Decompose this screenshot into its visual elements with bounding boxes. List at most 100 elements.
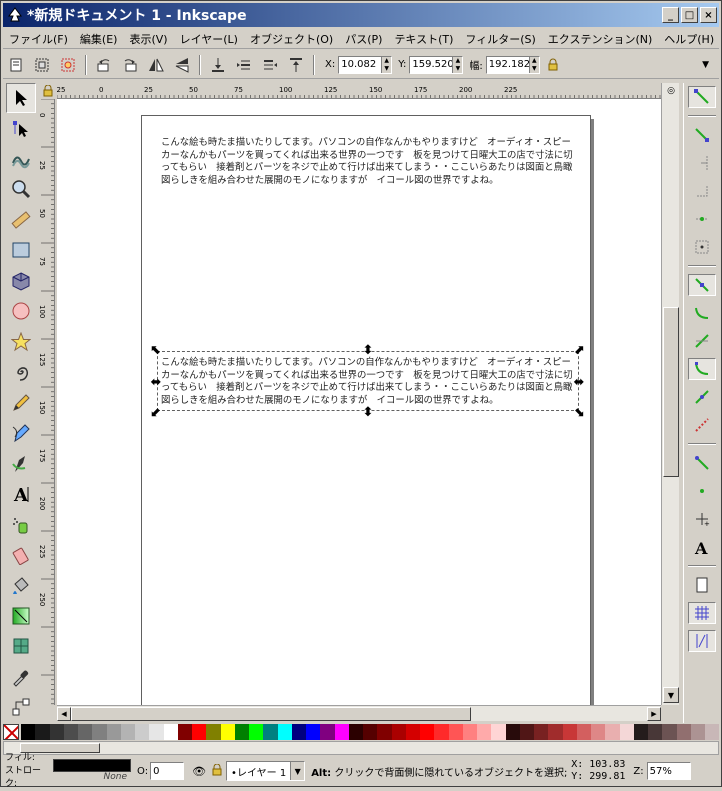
- palette-swatch[interactable]: [690, 724, 705, 740]
- width-input[interactable]: [486, 56, 529, 73]
- scale-handle-bm-icon[interactable]: ⬍: [361, 405, 375, 419]
- palette-swatch[interactable]: [633, 724, 648, 740]
- palette-swatch[interactable]: [63, 724, 78, 740]
- gradient-tool-icon[interactable]: [6, 601, 36, 631]
- scroll-right-icon[interactable]: ▶: [647, 707, 661, 721]
- zoom-tool-icon[interactable]: [6, 174, 36, 204]
- toolbar-overflow-icon[interactable]: ▼: [702, 60, 709, 70]
- scale-handle-tl-icon[interactable]: ⬉: [149, 343, 163, 357]
- snap-guide-icon[interactable]: [687, 630, 716, 652]
- rotate-ccw-icon[interactable]: [93, 54, 115, 76]
- palette-swatch[interactable]: [391, 724, 406, 740]
- width-spinbox[interactable]: ▲▼: [485, 55, 540, 74]
- menu-text[interactable]: テキスト(T): [388, 31, 459, 47]
- palette-swatch[interactable]: [78, 724, 93, 740]
- snap-smooth-icon[interactable]: [688, 386, 716, 408]
- palette-swatch[interactable]: [648, 724, 663, 740]
- palette-swatch[interactable]: [576, 724, 591, 740]
- snap-bbox-edge-icon[interactable]: [688, 152, 716, 174]
- paint-bucket-tool-icon[interactable]: [6, 571, 36, 601]
- scale-handle-tr-icon[interactable]: ⬈: [572, 343, 586, 357]
- palette-swatch[interactable]: [377, 724, 392, 740]
- y-spin-arrows[interactable]: ▲ ▼: [452, 56, 463, 73]
- spiral-tool-icon[interactable]: [6, 357, 36, 387]
- palette-swatch[interactable]: [220, 724, 235, 740]
- text-tool-icon[interactable]: A: [6, 479, 36, 509]
- palette-swatch[interactable]: [120, 724, 135, 740]
- palette-swatch[interactable]: [434, 724, 449, 740]
- palette-swatch[interactable]: [548, 724, 563, 740]
- rectangle-tool-icon[interactable]: [6, 235, 36, 265]
- palette-swatch[interactable]: [591, 724, 606, 740]
- palette-swatch[interactable]: [562, 724, 577, 740]
- eraser-tool-icon[interactable]: [6, 540, 36, 570]
- raise-to-top-icon[interactable]: [285, 54, 307, 76]
- palette-swatch[interactable]: [277, 724, 292, 740]
- palette-swatch[interactable]: [135, 724, 150, 740]
- vertical-scroll-thumb[interactable]: [663, 307, 679, 477]
- palette-swatch[interactable]: [92, 724, 107, 740]
- x-spinbox[interactable]: ▲▼: [338, 55, 393, 74]
- no-paint-swatch-icon[interactable]: [3, 724, 19, 740]
- menu-help[interactable]: ヘルプ(H): [658, 31, 720, 47]
- snap-path-icon[interactable]: [688, 302, 716, 324]
- pencil-tool-icon[interactable]: [6, 388, 36, 418]
- raise-icon[interactable]: [259, 54, 281, 76]
- palette-swatch[interactable]: [306, 724, 321, 740]
- menu-path[interactable]: パス(P): [339, 31, 388, 47]
- menu-view[interactable]: 表示(V): [123, 31, 173, 47]
- select-all-layers-icon[interactable]: [31, 54, 53, 76]
- palette-swatch[interactable]: [519, 724, 534, 740]
- snap-bbox-center-icon[interactable]: [688, 236, 716, 258]
- vertical-scrollbar[interactable]: ◎ ▼: [661, 83, 679, 705]
- snap-rotation-center-icon[interactable]: [688, 480, 716, 502]
- scale-handle-br-icon[interactable]: ⬊: [572, 405, 586, 419]
- snap-toggle-icon[interactable]: [687, 86, 716, 108]
- rotate-cw-icon[interactable]: [119, 54, 141, 76]
- palette-scrollbar[interactable]: [3, 741, 719, 755]
- palette-swatch[interactable]: [462, 724, 477, 740]
- palette-swatch[interactable]: [363, 724, 378, 740]
- layer-selector[interactable]: •レイヤー 1 ▼: [226, 761, 306, 781]
- y-input[interactable]: [410, 56, 453, 73]
- maximize-button[interactable]: □: [681, 7, 698, 23]
- palette-swatch[interactable]: [106, 724, 121, 740]
- horizontal-ruler[interactable]: -25 0 25 50 75 100 125 150 175 200 225: [57, 83, 661, 99]
- palette-swatch[interactable]: [192, 724, 207, 740]
- connector-tool-icon[interactable]: [6, 692, 36, 722]
- snap-object-center-icon[interactable]: [688, 452, 716, 474]
- palette-swatch[interactable]: [605, 724, 620, 740]
- lower-to-bottom-icon[interactable]: [207, 54, 229, 76]
- palette-swatch[interactable]: [163, 724, 178, 740]
- menu-file[interactable]: ファイル(F): [3, 31, 74, 47]
- snap-grid-icon[interactable]: [687, 602, 716, 624]
- deselect-icon[interactable]: [57, 54, 79, 76]
- 3d-box-tool-icon[interactable]: [6, 266, 36, 296]
- scale-handle-tm-icon[interactable]: ⬍: [361, 343, 375, 357]
- palette-swatch[interactable]: [177, 724, 192, 740]
- minimize-button[interactable]: _: [662, 7, 679, 23]
- x-input[interactable]: [339, 56, 382, 73]
- palette-swatch[interactable]: [705, 724, 720, 740]
- snap-nodes-icon[interactable]: [687, 274, 716, 296]
- snap-bbox-midpoint-icon[interactable]: [688, 208, 716, 230]
- scroll-left-icon[interactable]: ◀: [57, 707, 71, 721]
- mesh-tool-icon[interactable]: [6, 631, 36, 661]
- scale-handle-mr-icon[interactable]: ⬌: [572, 375, 586, 389]
- palette-swatch[interactable]: [348, 724, 363, 740]
- palette-swatch[interactable]: [448, 724, 463, 740]
- text-object-1[interactable]: こんな絵も時たま描いたりしてます。パソコンの自作なんかもやりますけど オーディオ…: [161, 137, 577, 187]
- y-spinbox[interactable]: ▲▼: [409, 55, 464, 74]
- fill-indicator[interactable]: [53, 758, 131, 772]
- menu-layer[interactable]: レイヤー(L): [174, 31, 244, 47]
- vertical-ruler[interactable]: 0 25 50 75 100 125 150 175 200 225 250: [39, 99, 55, 705]
- palette-swatch[interactable]: [263, 724, 278, 740]
- palette-swatch[interactable]: [334, 724, 349, 740]
- palette-swatch[interactable]: [619, 724, 634, 740]
- zoom-input[interactable]: [646, 762, 691, 780]
- palette-swatch[interactable]: [149, 724, 164, 740]
- pen-tool-icon[interactable]: [6, 418, 36, 448]
- stroke-indicator[interactable]: None: [53, 772, 131, 784]
- flip-vertical-icon[interactable]: [171, 54, 193, 76]
- palette-swatch[interactable]: [249, 724, 264, 740]
